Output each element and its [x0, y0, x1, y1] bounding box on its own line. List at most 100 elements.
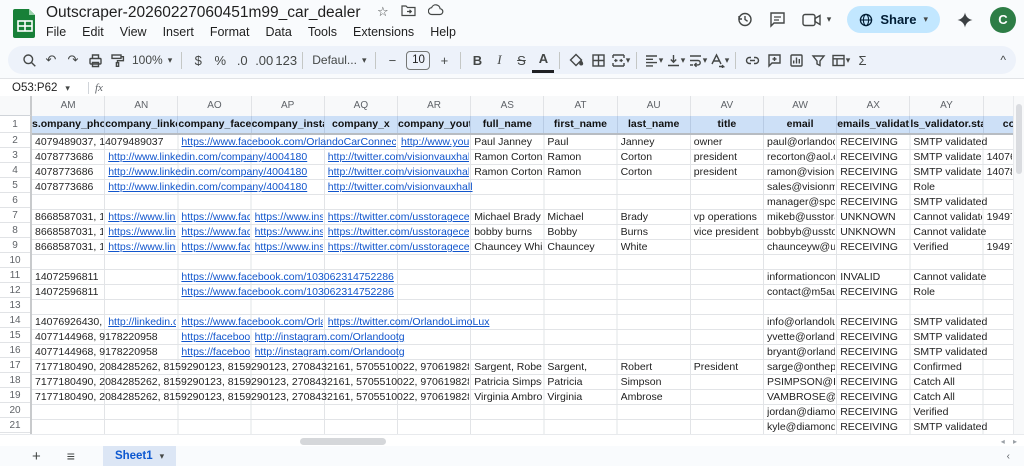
cell-AW19[interactable]: VAMBROSE@P	[767, 390, 835, 405]
account-avatar[interactable]: C	[990, 6, 1016, 33]
version-history-icon[interactable]	[736, 11, 753, 28]
cell-AT18[interactable]: Patricia	[547, 375, 615, 390]
insert-comment-icon[interactable]	[763, 49, 785, 71]
cell-AX18[interactable]: RECEIVING	[840, 375, 908, 390]
document-title[interactable]: Outscraper-20260227060451m99_car_dealer	[46, 4, 361, 21]
share-caret-icon[interactable]: ▾	[923, 14, 928, 25]
cell-AY4[interactable]: SMTP validated	[913, 165, 981, 180]
cell-AO15[interactable]: https://facebook.	[181, 330, 249, 345]
functions-icon[interactable]: Σ	[851, 49, 873, 71]
name-box[interactable]: O53:P62 ▾	[0, 82, 82, 94]
cell-AS8[interactable]: bobby burns	[474, 225, 542, 240]
format-currency-icon[interactable]: $	[187, 49, 209, 71]
column-header-AP[interactable]: AP	[252, 96, 325, 116]
cell-AT19[interactable]: Virginia	[547, 390, 615, 405]
cell-AM19[interactable]: 7177180490, 2084285262, 8159290123, 8159…	[35, 390, 469, 405]
cell-AU19[interactable]: Ambrose	[621, 390, 762, 405]
bold-icon[interactable]: B	[466, 49, 488, 71]
field-header-AO[interactable]: company_facebook	[178, 116, 252, 133]
vertical-scrollbar-thumb[interactable]	[1016, 104, 1022, 174]
cell-AM3[interactable]: 4078773686	[35, 150, 103, 165]
cloud-status-icon[interactable]	[427, 4, 444, 20]
cell-AO11[interactable]: https://www.facebook.com/103062314752286	[181, 270, 762, 285]
cell-AU8[interactable]: Burns	[621, 225, 689, 240]
cell-AM17[interactable]: 7177180490, 2084285262, 8159290123, 8159…	[35, 360, 469, 375]
row-header-1[interactable]: 1	[0, 116, 30, 133]
field-header-AT[interactable]: first_name	[544, 116, 618, 133]
cell-AM8[interactable]: 8668587031, 18	[35, 225, 103, 240]
row-header-8[interactable]: 8	[0, 223, 30, 238]
row-header-21[interactable]: 21	[0, 418, 30, 433]
row-header-9[interactable]: 9	[0, 238, 30, 253]
cell-AQ3[interactable]: http://twitter.com/visionvauxhall	[328, 150, 469, 165]
cell-AX6[interactable]: RECEIVING	[840, 195, 908, 210]
cell-AS17[interactable]: Sargent, Robert	[474, 360, 542, 375]
cell-AX3[interactable]: RECEIVING	[840, 150, 908, 165]
cell-AQ14[interactable]: https://twitter.com/OrlandoLimoLux	[328, 315, 762, 330]
cell-AY18[interactable]: Catch All	[913, 375, 1012, 390]
menu-view[interactable]: View	[120, 25, 147, 39]
fill-color-icon[interactable]	[565, 49, 587, 71]
cell-AQ4[interactable]: http://twitter.com/visionvauxhall	[328, 165, 469, 180]
cell-AM7[interactable]: 8668587031, 18	[35, 210, 103, 225]
cell-AO2[interactable]: https://www.facebook.com/OrlandoCarConne…	[181, 135, 396, 150]
column-header-AQ[interactable]: AQ	[325, 96, 398, 116]
cell-AY7[interactable]: Cannot validate	[913, 210, 981, 225]
search-icon[interactable]	[18, 49, 40, 71]
field-header-AW[interactable]: email	[764, 116, 838, 133]
cell-AT17[interactable]: Sargent,	[547, 360, 615, 375]
row-header-4[interactable]: 4	[0, 163, 30, 178]
field-header-AQ[interactable]: company_x	[325, 116, 398, 133]
cell-AW3[interactable]: recorton@aol.com	[767, 150, 835, 165]
font-select[interactable]: Defaul... ▾	[308, 49, 370, 71]
cell-AV8[interactable]: vice president	[694, 225, 762, 240]
cell-AZ4[interactable]: 140787	[987, 165, 1012, 180]
column-header-AX[interactable]: AX	[837, 96, 911, 116]
cell-AM2[interactable]: 4079489037, 14079489037	[35, 135, 176, 150]
print-icon[interactable]	[84, 49, 106, 71]
cell-AN7[interactable]: https://www.linked	[108, 210, 176, 225]
column-header-AT[interactable]: AT	[544, 96, 618, 116]
text-rotation-icon[interactable]: ▾	[708, 49, 730, 71]
undo-icon[interactable]: ↶	[40, 49, 62, 71]
menu-format[interactable]: Format	[210, 25, 250, 39]
cell-AW20[interactable]: jordan@diamond	[767, 405, 835, 420]
redo-icon[interactable]: ↷	[62, 49, 84, 71]
text-wrap-icon[interactable]: ▾	[686, 49, 708, 71]
cell-AV3[interactable]: president	[694, 150, 762, 165]
cell-AV2[interactable]: owner	[694, 135, 762, 150]
cell-AX5[interactable]: RECEIVING	[840, 180, 908, 195]
cell-AM12[interactable]: 14072596811	[35, 285, 176, 300]
column-header-AS[interactable]: AS	[471, 96, 545, 116]
cell-AT3[interactable]: Ramon	[547, 150, 615, 165]
strikethrough-icon[interactable]: S	[510, 49, 532, 71]
cell-AW8[interactable]: bobbyb@usstora	[767, 225, 835, 240]
field-header-AV[interactable]: title	[691, 116, 764, 133]
row-header-6[interactable]: 6	[0, 193, 30, 208]
cell-AO8[interactable]: https://www.faceb	[181, 225, 249, 240]
cell-AX17[interactable]: RECEIVING	[840, 360, 908, 375]
column-header-AV[interactable]: AV	[691, 96, 764, 116]
cell-AW4[interactable]: ramon@visionmo	[767, 165, 835, 180]
vertical-align-icon[interactable]: ▾	[664, 49, 686, 71]
cell-AX7[interactable]: UNKNOWN	[840, 210, 908, 225]
cell-AP16[interactable]: http://instagram.com/Orlandootg	[255, 345, 762, 360]
share-button[interactable]: Share ▾	[847, 6, 940, 33]
cell-AM9[interactable]: 8668587031, 18	[35, 240, 103, 255]
column-header-AR[interactable]: AR	[398, 96, 472, 116]
cell-AM16[interactable]: 4077144968, 9178220958	[35, 345, 176, 360]
cell-AU17[interactable]: Robert	[621, 360, 689, 375]
cell-AY19[interactable]: Catch All	[913, 390, 1012, 405]
cell-AY8[interactable]: Cannot validate	[913, 225, 1012, 240]
cell-AW15[interactable]: yvette@orlandoo	[767, 330, 835, 345]
cell-AY21[interactable]: SMTP validated	[913, 420, 1012, 434]
cell-AO7[interactable]: https://www.faceb	[181, 210, 249, 225]
create-filter-icon[interactable]	[807, 49, 829, 71]
cell-AW5[interactable]: sales@visionmot	[767, 180, 835, 195]
cell-AY9[interactable]: Verified	[913, 240, 981, 255]
cell-AM18[interactable]: 7177180490, 2084285262, 8159290123, 8159…	[35, 375, 469, 390]
row-header-11[interactable]: 11	[0, 268, 30, 283]
vertical-scrollbar[interactable]	[1013, 96, 1024, 434]
gemini-sparkle-icon[interactable]	[956, 11, 974, 29]
cell-AN9[interactable]: https://www.linked	[108, 240, 176, 255]
